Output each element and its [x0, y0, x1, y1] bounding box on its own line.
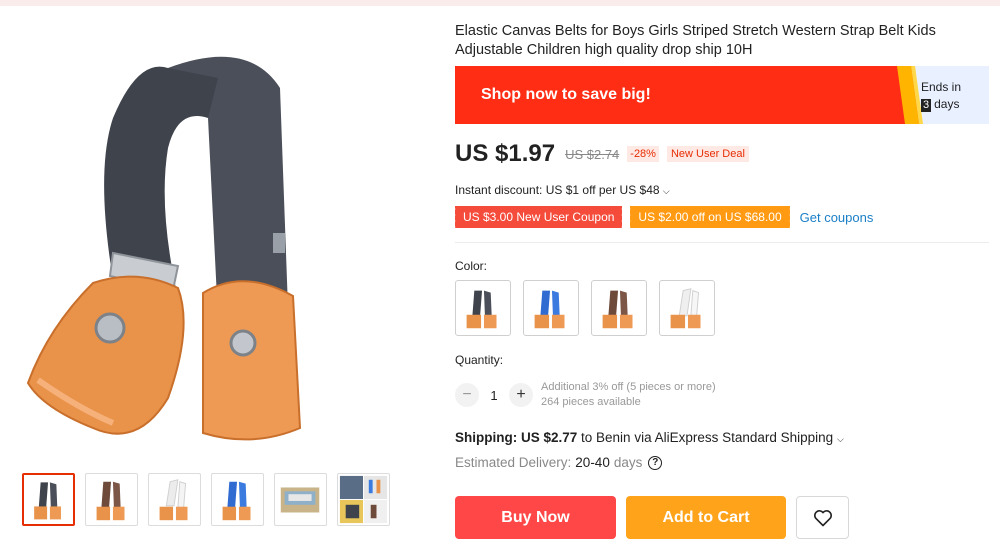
color-swatches — [455, 280, 715, 336]
original-price: US $2.74 — [565, 146, 620, 162]
delivery-label: Estimated Delivery: — [455, 455, 572, 470]
chevron-down-icon: ⌵ — [662, 186, 670, 196]
new-user-coupon[interactable]: US $3.00 New User Coupon — [452, 206, 625, 228]
promo-text: Shop now to save big! — [481, 86, 651, 103]
thumbnail-strip — [22, 473, 390, 526]
quantity-increase-button[interactable]: + — [509, 383, 533, 407]
color-label: Color: — [455, 259, 488, 273]
promo-ends-label: Ends in — [921, 80, 962, 94]
delivery-value: 20-40 — [575, 455, 610, 470]
add-to-cart-button[interactable]: Add to Cart — [626, 496, 786, 539]
color-option-blue[interactable] — [523, 280, 579, 336]
color-option-white[interactable] — [659, 280, 715, 336]
top-divider — [0, 0, 1000, 6]
chevron-down-icon: ⌵ — [836, 434, 844, 444]
wishlist-button[interactable] — [796, 496, 849, 539]
shipping-price: Shipping: US $2.77 — [455, 430, 578, 445]
quantity-info: Additional 3% off (5 pieces or more) 264… — [541, 380, 716, 410]
product-title: Elastic Canvas Belts for Boys Girls Stri… — [455, 23, 936, 58]
promo-days-label: days — [934, 97, 960, 111]
heart-icon — [813, 509, 832, 526]
store-coupon[interactable]: US $2.00 off on US $68.00 — [628, 206, 792, 228]
color-option-brown[interactable] — [591, 280, 647, 336]
current-price: US $1.97 — [455, 140, 556, 167]
thumbnail-dark-gray[interactable] — [22, 473, 75, 526]
thumbnail-packaging[interactable] — [274, 473, 327, 526]
get-coupons-link[interactable]: Get coupons — [800, 210, 874, 225]
thumbnail-brown[interactable] — [85, 473, 138, 526]
new-user-deal-badge: New User Deal — [666, 146, 749, 162]
bulk-discount-text: Additional 3% off (5 pieces or more) — [541, 381, 716, 393]
section-divider — [455, 242, 989, 243]
color-option-dark-gray[interactable] — [455, 280, 511, 336]
promo-days-number: 3 — [921, 99, 932, 112]
thumbnail-collage[interactable] — [337, 473, 390, 526]
price-row: US $1.97 US $2.74 -28% New User Deal — [455, 140, 749, 168]
thumbnail-blue[interactable] — [211, 473, 264, 526]
main-product-image[interactable] — [18, 28, 408, 458]
quantity-decrease-button[interactable]: − — [455, 383, 479, 407]
thumbnail-white[interactable] — [148, 473, 201, 526]
instant-discount-text: Instant discount: US $1 off per US $48 — [455, 183, 660, 197]
coupon-row: US $3.00 New User Coupon US $2.00 off on… — [452, 206, 874, 228]
quantity-label: Quantity: — [455, 353, 504, 367]
delivery-unit: days — [613, 455, 643, 470]
promo-banner[interactable]: Shop now to save big! Ends in 3 days — [455, 66, 989, 124]
promo-countdown-badge: Ends in 3 days — [897, 66, 989, 124]
shipping-info[interactable]: Shipping: US $2.77 to Benin via AliExpre… — [455, 430, 844, 445]
estimated-delivery: Estimated Delivery: 20-40 days ? — [455, 455, 663, 470]
shipping-destination: to Benin via AliExpress Standard Shippin… — [577, 430, 834, 445]
quantity-stepper: − 1 + Additional 3% off (5 pieces or mor… — [455, 380, 716, 410]
quantity-value[interactable]: 1 — [479, 388, 509, 403]
discount-badge: -28% — [627, 146, 659, 162]
instant-discount[interactable]: Instant discount: US $1 off per US $48 ⌵ — [455, 183, 670, 197]
question-circle-icon[interactable]: ? — [648, 455, 663, 470]
buy-now-button[interactable]: Buy Now — [455, 496, 616, 539]
stock-available-text: 264 pieces available — [541, 396, 641, 408]
